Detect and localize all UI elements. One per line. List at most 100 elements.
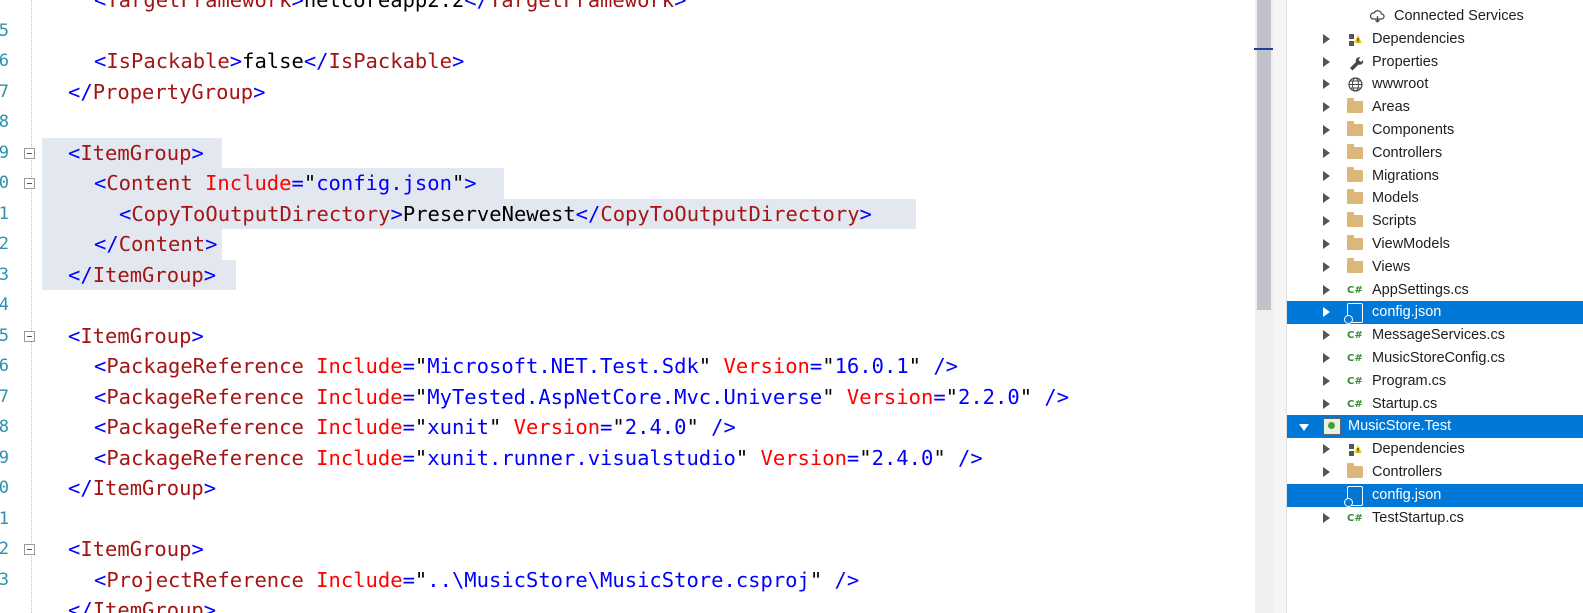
code-editor[interactable]: 5678901234567890123 <TargetFramework>net… bbox=[0, 0, 1255, 613]
expand-arrow-icon[interactable] bbox=[1323, 102, 1330, 113]
tree-item-label: Dependencies bbox=[1372, 441, 1465, 458]
expand-arrow-icon[interactable] bbox=[1323, 56, 1330, 67]
tree-item[interactable]: C# MessageServices.cs bbox=[1287, 324, 1583, 347]
line-number: 2 bbox=[0, 539, 9, 559]
expand-arrow-icon[interactable] bbox=[1323, 512, 1330, 523]
code-token: = bbox=[402, 384, 415, 409]
tree-item-label: Dependencies bbox=[1372, 30, 1465, 47]
code-line: </ItemGroup> bbox=[68, 595, 216, 613]
tree-item[interactable]: Views bbox=[1287, 256, 1583, 279]
collapse-region-button[interactable] bbox=[24, 544, 35, 555]
expanded-arrow-icon[interactable] bbox=[1299, 424, 1309, 432]
code-token: < bbox=[119, 201, 132, 226]
code-line: </ItemGroup> bbox=[68, 473, 216, 503]
code-token: Version bbox=[846, 384, 934, 409]
tree-item-label: MessageServices.cs bbox=[1372, 327, 1505, 344]
tree-item[interactable]: C# TestStartup.cs bbox=[1287, 507, 1583, 530]
expand-arrow-icon[interactable] bbox=[1323, 467, 1330, 477]
tree-item-label: wwwroot bbox=[1372, 76, 1429, 93]
tree-item[interactable]: MusicStore.Test bbox=[1287, 415, 1583, 439]
expand-arrow-icon[interactable] bbox=[1323, 398, 1330, 409]
code-token: </ bbox=[94, 232, 119, 256]
line-number: 9 bbox=[0, 142, 9, 163]
code-token: " bbox=[859, 445, 872, 470]
code-line: <ItemGroup> bbox=[68, 321, 204, 351]
csharp-file-icon: C# bbox=[1347, 398, 1363, 410]
line-number bbox=[0, 595, 9, 613]
tree-item[interactable]: C# AppSettings.cs bbox=[1287, 279, 1583, 302]
tree-item[interactable]: C# Startup.cs bbox=[1287, 393, 1583, 416]
tree-item[interactable]: ViewModels bbox=[1287, 233, 1583, 256]
expand-arrow-icon[interactable] bbox=[1323, 170, 1330, 181]
code-token: Version bbox=[760, 445, 847, 470]
code-token: < bbox=[94, 171, 107, 195]
tree-item[interactable]: config.json bbox=[1287, 301, 1583, 325]
code-line: <ItemGroup> bbox=[68, 534, 204, 564]
code-token: " bbox=[809, 567, 823, 592]
code-token: Include bbox=[316, 354, 403, 378]
tree-item[interactable]: Areas bbox=[1287, 96, 1583, 119]
tree-item[interactable]: Dependencies bbox=[1287, 28, 1583, 51]
code-token: " bbox=[698, 354, 712, 378]
code-token: IsPackable bbox=[328, 49, 452, 73]
code-token: ItemGroup bbox=[80, 537, 192, 561]
code-token: " bbox=[414, 384, 428, 409]
code-token: </ bbox=[464, 0, 489, 12]
code-token: < bbox=[94, 49, 107, 73]
expand-arrow-icon[interactable] bbox=[1323, 353, 1330, 363]
code-token: xunit bbox=[427, 415, 489, 439]
code-token: = bbox=[402, 567, 415, 592]
tree-item[interactable]: Controllers bbox=[1287, 142, 1583, 165]
code-token: /> bbox=[945, 445, 983, 470]
folder-icon bbox=[1347, 189, 1363, 205]
code-token: 2.4.0 bbox=[871, 445, 934, 470]
line-number: 3 bbox=[0, 569, 9, 590]
tree-item[interactable]: C# Program.cs bbox=[1287, 370, 1583, 393]
tree-item[interactable]: wwwroot bbox=[1287, 73, 1583, 96]
code-line: <IsPackable>false</IsPackable> bbox=[94, 46, 464, 76]
line-number: 8 bbox=[0, 417, 9, 437]
code-token: TargetFramework bbox=[488, 0, 675, 12]
expand-arrow-icon[interactable] bbox=[1323, 33, 1330, 44]
tree-item[interactable]: Dependencies bbox=[1287, 438, 1583, 461]
tree-item[interactable]: config.json bbox=[1287, 483, 1583, 507]
tree-item-label: Startup.cs bbox=[1372, 395, 1438, 412]
expand-arrow-icon[interactable] bbox=[1323, 239, 1330, 249]
collapse-region-button[interactable] bbox=[24, 147, 35, 159]
tree-item[interactable]: Components bbox=[1287, 119, 1583, 142]
code-token: > bbox=[191, 537, 204, 561]
expand-arrow-icon[interactable] bbox=[1323, 147, 1330, 158]
code-token: < bbox=[68, 323, 81, 348]
expand-arrow-icon[interactable] bbox=[1323, 79, 1330, 90]
tree-item[interactable]: Controllers bbox=[1287, 461, 1583, 484]
tree-item[interactable]: Migrations bbox=[1287, 165, 1583, 188]
expand-arrow-icon[interactable] bbox=[1323, 444, 1330, 455]
code-token: /> bbox=[1032, 384, 1070, 409]
scrollbar-thumb[interactable] bbox=[1257, 0, 1271, 310]
line-number bbox=[0, 0, 9, 15]
expand-arrow-icon[interactable] bbox=[1323, 216, 1330, 227]
collapse-region-button[interactable] bbox=[24, 178, 35, 189]
tree-item[interactable]: Scripts bbox=[1287, 210, 1583, 233]
expand-arrow-icon[interactable] bbox=[1323, 193, 1330, 204]
tree-item[interactable]: Models bbox=[1287, 187, 1583, 210]
tree-item[interactable]: C# MusicStoreConfig.cs bbox=[1287, 347, 1583, 370]
panel-splitter[interactable] bbox=[1273, 0, 1287, 613]
csharp-file-icon: C# bbox=[1347, 353, 1363, 364]
expand-arrow-icon[interactable] bbox=[1323, 125, 1330, 135]
collapse-region-button[interactable] bbox=[24, 330, 35, 342]
expand-arrow-icon[interactable] bbox=[1323, 375, 1330, 386]
csharp-file-icon: C# bbox=[1347, 375, 1363, 387]
code-token: PackageReference bbox=[106, 445, 304, 470]
code-token: PackageReference bbox=[106, 415, 304, 439]
tree-item[interactable]: Properties bbox=[1287, 51, 1583, 74]
line-number: 1 bbox=[0, 508, 9, 529]
tree-item[interactable]: Connected Services bbox=[1287, 5, 1583, 28]
expand-arrow-icon[interactable] bbox=[1323, 261, 1330, 272]
expand-arrow-icon[interactable] bbox=[1323, 330, 1330, 341]
code-token: netcoreapp2.2 bbox=[303, 0, 465, 12]
expand-arrow-icon[interactable] bbox=[1323, 284, 1330, 295]
line-number: 0 bbox=[0, 173, 9, 193]
expand-arrow-icon[interactable] bbox=[1323, 307, 1330, 318]
